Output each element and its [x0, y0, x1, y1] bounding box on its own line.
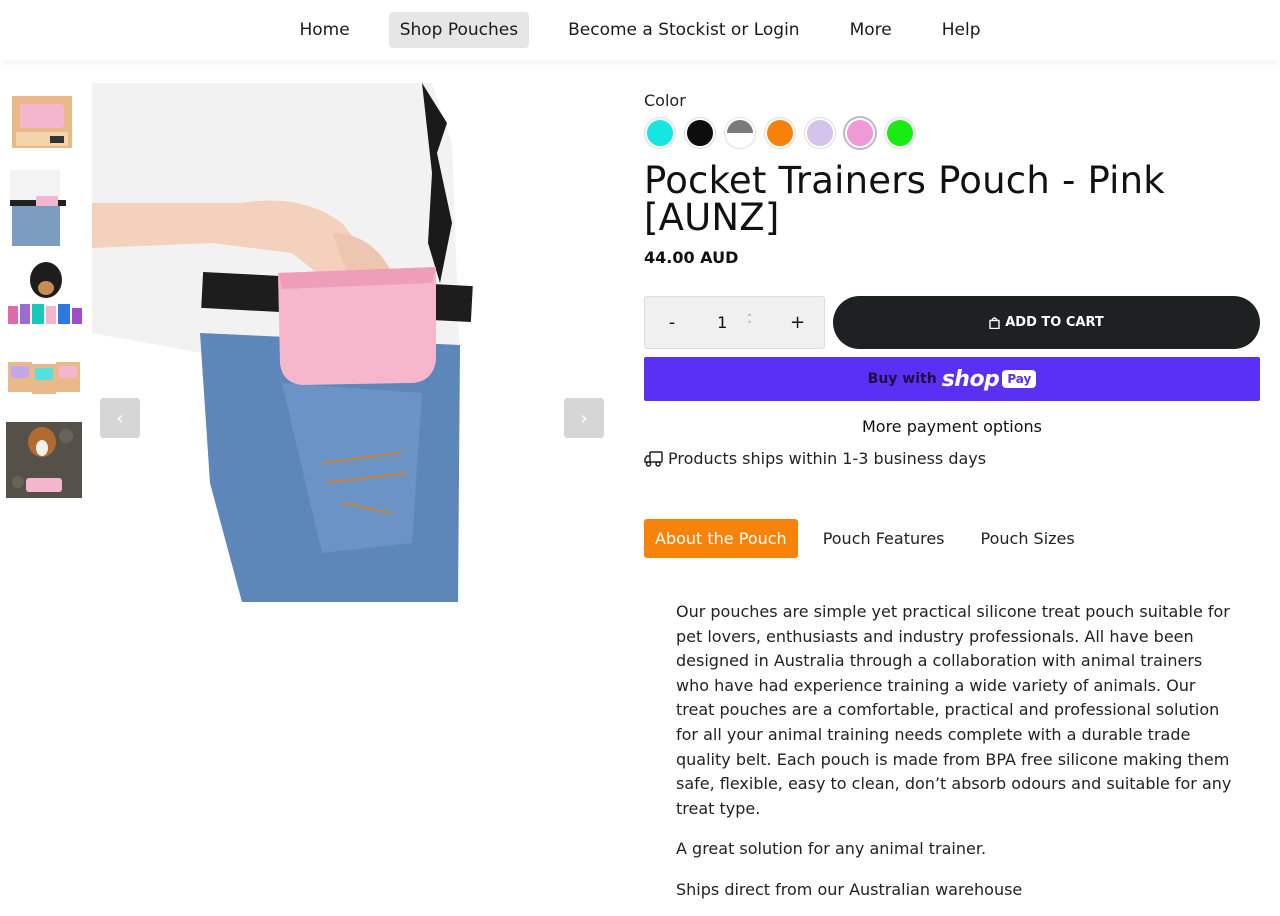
- shopping-bag-icon: [989, 316, 1000, 329]
- quantity-value: 1: [717, 313, 728, 332]
- nav-stockist-login[interactable]: Become a Stockist or Login: [557, 12, 810, 48]
- main-product-image: [92, 83, 612, 602]
- thumbnail-worn-pouch[interactable]: [6, 170, 82, 246]
- quantity-stepper: - 1 ˄ ˅ +: [644, 296, 825, 349]
- description-paragraph: A great solution for any animal trainer.: [676, 839, 987, 859]
- tab-content-about: Our pouches are simple yet practical sil…: [676, 600, 1236, 916]
- description-paragraph: Ships direct from our Australian warehou…: [676, 879, 1023, 899]
- shipping-info: Products ships within 1-3 business days: [644, 449, 1260, 468]
- quantity-input[interactable]: 1 ˄ ˅: [717, 313, 752, 332]
- thumbnail-boxed-pouch[interactable]: [6, 86, 82, 162]
- product-price: 44.00 AUD: [644, 248, 739, 267]
- tab-about-the-pouch[interactable]: About the Pouch: [644, 519, 798, 558]
- color-swatch[interactable]: [725, 118, 755, 148]
- thumbnail-boxes[interactable]: [6, 338, 82, 414]
- add-to-cart-button[interactable]: ADD TO CART: [833, 296, 1260, 349]
- shop-pay-badge: Pay: [1002, 370, 1037, 388]
- spinner-icon[interactable]: ˄ ˅: [747, 314, 752, 330]
- nav-shop-pouches[interactable]: Shop Pouches: [388, 12, 530, 48]
- chevron-left-icon: ‹: [116, 407, 124, 429]
- color-swatch[interactable]: [805, 118, 835, 148]
- thumbnail-dog-pouches[interactable]: [6, 254, 82, 330]
- description-paragraph: Our pouches are simple yet practical sil…: [676, 602, 1232, 818]
- thumbnail-list: [6, 86, 82, 506]
- gallery-next-button[interactable]: ›: [564, 398, 604, 438]
- color-swatches: [645, 118, 1260, 148]
- top-navigation: Home Shop Pouches Become a Stockist or L…: [0, 0, 1280, 60]
- color-swatch[interactable]: [685, 118, 715, 148]
- color-label: Color: [644, 91, 686, 110]
- color-swatch[interactable]: [765, 118, 795, 148]
- gallery-prev-button[interactable]: ‹: [100, 398, 140, 438]
- nav-more[interactable]: More: [839, 12, 903, 48]
- shop-pay-button[interactable]: Buy with shop Pay: [644, 357, 1260, 401]
- quantity-decrease-button[interactable]: -: [665, 312, 679, 333]
- chevron-right-icon: ›: [580, 407, 588, 429]
- shop-pay-logo: shop: [941, 366, 1000, 392]
- shop-pay-buy-with: Buy with: [867, 371, 937, 387]
- add-to-cart-label: ADD TO CART: [1005, 315, 1104, 330]
- nav-help[interactable]: Help: [931, 12, 992, 48]
- product-photo: [92, 83, 612, 602]
- purchase-row: - 1 ˄ ˅ + ADD TO CART: [644, 296, 1260, 349]
- color-swatch[interactable]: [885, 118, 915, 148]
- shipping-text: Products ships within 1-3 business days: [668, 449, 987, 468]
- truck-icon: [644, 450, 663, 467]
- color-swatch[interactable]: [645, 118, 675, 148]
- nav-home[interactable]: Home: [288, 12, 360, 48]
- color-swatch[interactable]: [845, 118, 875, 148]
- product-info: Color Pocket Trainers Pouch - Pink [AUNZ…: [644, 90, 1260, 558]
- more-payment-options-link[interactable]: More payment options: [644, 417, 1260, 436]
- tab-pouch-sizes[interactable]: Pouch Sizes: [970, 519, 1086, 558]
- product-tabs: About the Pouch Pouch Features Pouch Siz…: [644, 519, 1260, 558]
- product-title: Pocket Trainers Pouch - Pink [AUNZ]: [644, 159, 1165, 239]
- quantity-increase-button[interactable]: +: [790, 312, 805, 333]
- tab-pouch-features[interactable]: Pouch Features: [812, 519, 956, 558]
- thumbnail-dog-ground[interactable]: [6, 422, 82, 498]
